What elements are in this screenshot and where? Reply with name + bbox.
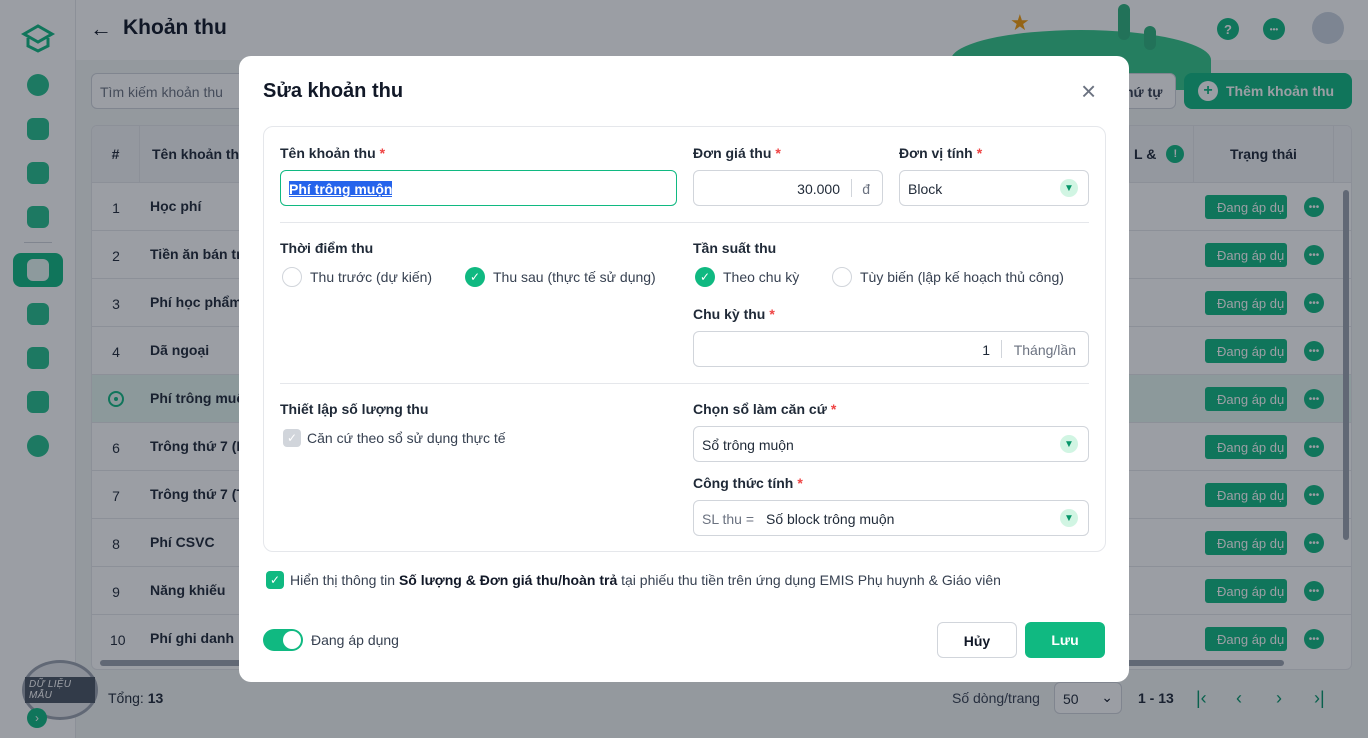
cycle-value: 1 bbox=[982, 342, 990, 358]
show-info-label[interactable]: Hiển thị thông tin Số lượng & Đơn giá th… bbox=[290, 572, 1001, 588]
freq-cycle-radio[interactable]: ✓ bbox=[695, 267, 715, 287]
unit-label: Đơn vị tính * bbox=[899, 145, 982, 161]
fee-name-label-text: Tên khoản thu bbox=[280, 145, 376, 161]
price-unit: đ bbox=[862, 181, 870, 197]
cycle-label: Chu kỳ thu * bbox=[693, 306, 775, 322]
active-toggle-label: Đang áp dụng bbox=[311, 632, 399, 648]
cycle-unit: Tháng/lần bbox=[1013, 342, 1076, 358]
unit-value: Block bbox=[908, 181, 943, 197]
formula-value: Số block trông muộn bbox=[766, 511, 895, 527]
price-label-text: Đơn giá thu bbox=[693, 145, 772, 161]
save-button[interactable]: Lưu bbox=[1025, 622, 1105, 658]
formula-prefix: SL thu = bbox=[702, 511, 755, 527]
check-icon: ✓ bbox=[699, 270, 711, 284]
timing-after-label[interactable]: Thu sau (thực tế sử dụng) bbox=[493, 269, 656, 285]
timing-after-radio[interactable]: ✓ bbox=[465, 267, 485, 287]
required-mark: * bbox=[797, 475, 803, 491]
formula-label: Công thức tính * bbox=[693, 475, 803, 491]
fee-form-card: Tên khoản thu * Phí trông muộn Đơn giá th… bbox=[263, 126, 1106, 552]
price-value: 30.000 bbox=[797, 181, 840, 197]
formula-label-text: Công thức tính bbox=[693, 475, 794, 491]
book-label-text: Chọn sổ làm căn cứ bbox=[693, 401, 827, 417]
formula-select[interactable]: SL thu = Số block trông muộn ▼ bbox=[693, 500, 1089, 536]
show-info-checkbox[interactable]: ✓ bbox=[266, 571, 284, 589]
divider bbox=[280, 222, 1089, 223]
check-icon: ✓ bbox=[269, 573, 281, 587]
modal-title: Sửa khoản thu bbox=[263, 80, 404, 102]
timing-before-radio[interactable] bbox=[282, 267, 302, 287]
freq-cycle-label[interactable]: Theo chu kỳ bbox=[723, 269, 799, 285]
required-mark: * bbox=[379, 145, 386, 161]
timing-label: Thời điểm thu bbox=[280, 240, 374, 256]
show-info-text-post: tại phiếu thu tiền trên ứng dụng EMIS Ph… bbox=[617, 572, 1001, 588]
edit-fee-modal: Sửa khoản thu × Tên khoản thu * Phí trông… bbox=[239, 56, 1129, 682]
active-toggle[interactable] bbox=[263, 629, 303, 651]
chevron-down-icon: ▼ bbox=[1060, 179, 1078, 197]
required-mark: * bbox=[830, 401, 837, 417]
required-mark: * bbox=[769, 306, 775, 322]
fee-name-input[interactable]: Phí trông muộn bbox=[280, 170, 677, 206]
cancel-button[interactable]: Hủy bbox=[937, 622, 1017, 658]
freq-custom-label[interactable]: Tùy biến (lập kế hoạch thủ công) bbox=[860, 269, 1064, 285]
fee-name-value: Phí trông muộn bbox=[289, 181, 393, 197]
quantity-basis-checkbox: ✓ bbox=[283, 429, 301, 447]
price-label: Đơn giá thu * bbox=[693, 145, 781, 161]
book-label: Chọn sổ làm căn cứ * bbox=[693, 401, 836, 417]
quantity-setup-label: Thiết lập số lượng thu bbox=[280, 401, 429, 417]
show-info-text-pre: Hiển thị thông tin bbox=[290, 572, 399, 588]
cycle-unit-divider bbox=[1001, 340, 1002, 358]
price-unit-divider bbox=[851, 179, 852, 197]
divider bbox=[280, 383, 1089, 384]
quantity-basis-label: Căn cứ theo sổ sử dụng thực tế bbox=[307, 430, 506, 446]
cycle-label-text: Chu kỳ thu bbox=[693, 306, 766, 322]
show-info-text-bold: Số lượng & Đơn giá thu/hoàn trả bbox=[398, 572, 618, 588]
chevron-down-icon: ▼ bbox=[1060, 435, 1078, 453]
cycle-input[interactable]: 1 Tháng/lần bbox=[693, 331, 1089, 367]
required-mark: * bbox=[976, 145, 983, 161]
close-icon[interactable]: × bbox=[1081, 78, 1096, 104]
check-icon: ✓ bbox=[469, 270, 481, 284]
required-mark: * bbox=[775, 145, 781, 161]
fee-name-label: Tên khoản thu * bbox=[280, 145, 385, 161]
timing-before-label[interactable]: Thu trước (dự kiến) bbox=[310, 269, 432, 285]
freq-custom-radio[interactable] bbox=[832, 267, 852, 287]
unit-select[interactable]: Block ▼ bbox=[899, 170, 1089, 206]
book-select[interactable]: Sổ trông muộn ▼ bbox=[693, 426, 1089, 462]
frequency-label: Tần suất thu bbox=[693, 240, 777, 256]
price-input[interactable]: 30.000 đ bbox=[693, 170, 883, 206]
chevron-down-icon: ▼ bbox=[1060, 509, 1078, 527]
check-icon: ✓ bbox=[286, 431, 298, 445]
book-value: Sổ trông muộn bbox=[702, 437, 794, 453]
unit-label-text: Đơn vị tính bbox=[899, 145, 973, 161]
